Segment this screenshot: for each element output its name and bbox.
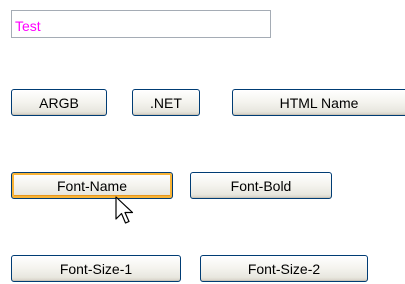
html-name-button[interactable]: HTML Name bbox=[232, 89, 405, 116]
font-size-1-button[interactable]: Font-Size-1 bbox=[11, 255, 181, 282]
form-canvas: ARGB .NET HTML Name Font-Name Font-Bold … bbox=[0, 0, 405, 284]
font-size-2-button[interactable]: Font-Size-2 bbox=[200, 255, 368, 282]
font-size-1-button-label: Font-Size-1 bbox=[59, 260, 133, 277]
font-bold-button[interactable]: Font-Bold bbox=[190, 172, 332, 199]
argb-button[interactable]: ARGB bbox=[11, 89, 107, 116]
font-size-2-button-label: Font-Size-2 bbox=[247, 260, 321, 277]
dotnet-button-label: .NET bbox=[150, 94, 182, 111]
argb-button-label: ARGB bbox=[39, 94, 79, 111]
font-name-button[interactable]: Font-Name bbox=[11, 172, 173, 199]
test-textbox[interactable] bbox=[11, 10, 271, 38]
arrow-pointer-icon bbox=[115, 196, 134, 224]
html-name-button-label: HTML Name bbox=[279, 94, 359, 111]
font-bold-button-label: Font-Bold bbox=[230, 177, 292, 194]
font-name-button-label: Font-Name bbox=[56, 177, 128, 194]
dotnet-button[interactable]: .NET bbox=[132, 89, 200, 116]
